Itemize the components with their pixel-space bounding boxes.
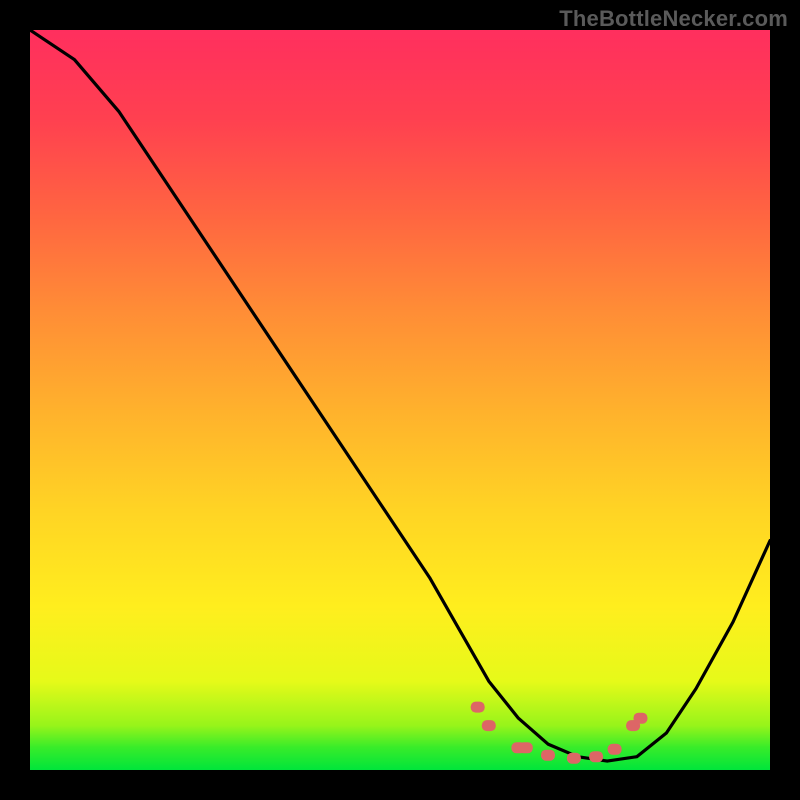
- marker-point: [482, 720, 496, 731]
- marker-point: [634, 713, 648, 724]
- curve-layer: [30, 30, 770, 761]
- marker-point: [471, 702, 485, 713]
- marker-point: [567, 753, 581, 764]
- marker-point: [541, 750, 555, 761]
- plot-svg: [30, 30, 770, 770]
- bottleneck-curve: [30, 30, 770, 761]
- chart-container: TheBottleNecker.com: [0, 0, 800, 800]
- marker-point: [608, 744, 622, 755]
- marker-point: [589, 751, 603, 762]
- watermark-text: TheBottleNecker.com: [559, 6, 788, 32]
- marker-point: [519, 742, 533, 753]
- plot-frame: [30, 30, 770, 770]
- plot-area: [30, 30, 770, 770]
- marker-cluster: [471, 702, 648, 764]
